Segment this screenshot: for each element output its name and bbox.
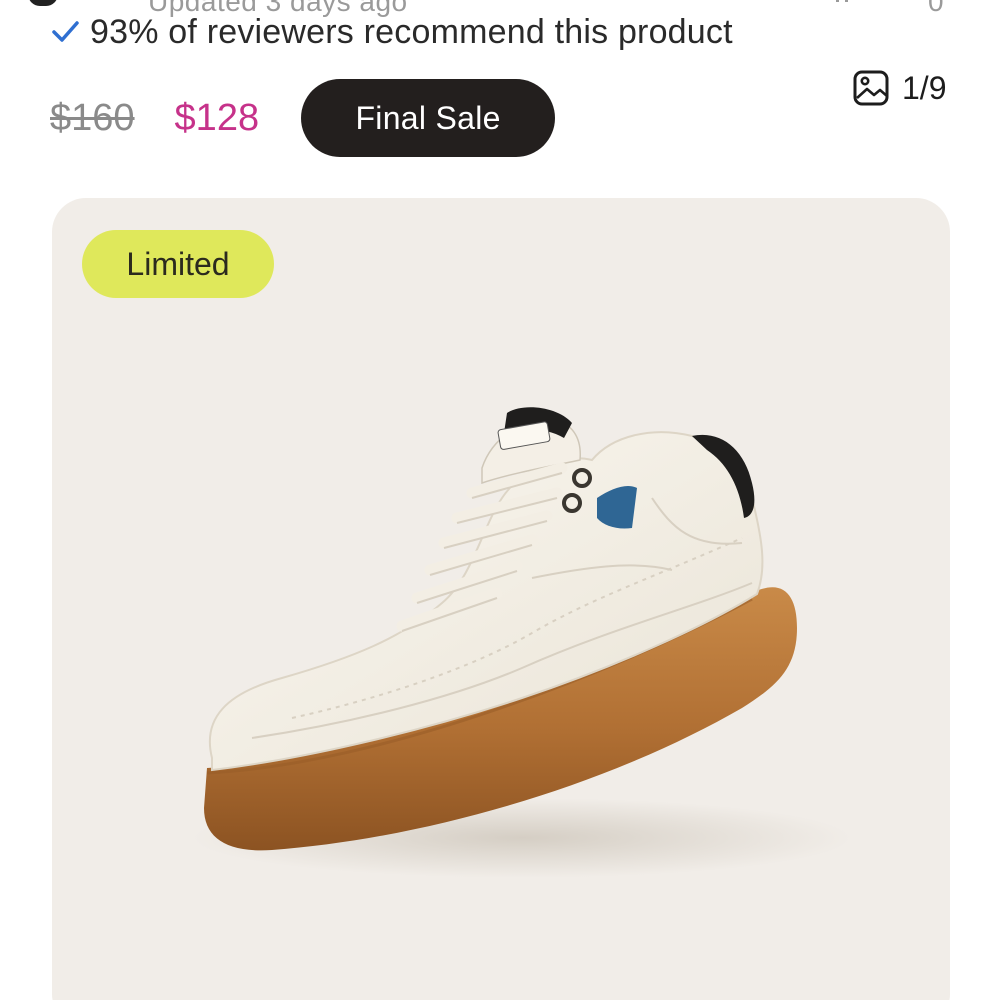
- image-count: 1/9: [902, 69, 947, 106]
- product-page: Updated 3 days ago 0 93% of reviewers re…: [0, 0, 1000, 1000]
- top-count: 0: [928, 0, 944, 17]
- product-image: [192, 407, 852, 878]
- recommend-line: 93% of reviewers recommend this product: [50, 10, 733, 54]
- image-counter[interactable]: 1/9: [852, 68, 946, 108]
- pause-icon[interactable]: [836, 0, 848, 2]
- final-sale-badge: Final Sale: [301, 79, 556, 157]
- price-row: $160 $128 Final Sale: [50, 78, 556, 158]
- check-icon: [52, 21, 79, 42]
- original-price: $160: [50, 96, 135, 139]
- image-gallery-icon: [853, 70, 889, 106]
- recommend-text: 93% of reviewers recommend this product: [90, 12, 733, 51]
- sale-price: $128: [174, 96, 260, 139]
- avatar[interactable]: [28, 0, 58, 6]
- product-image-card[interactable]: Limited: [52, 198, 950, 1000]
